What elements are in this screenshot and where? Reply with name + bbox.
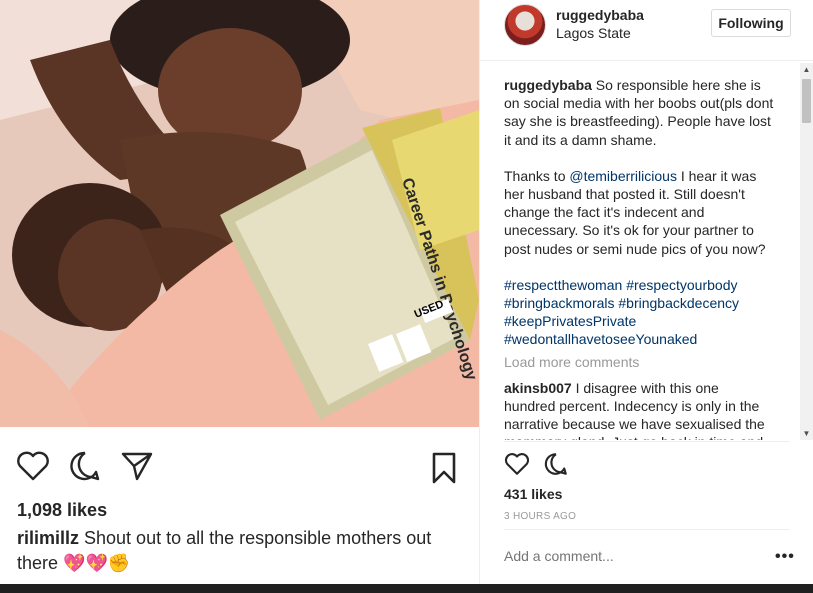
scroll-up-arrow-icon[interactable]: ▲ [800, 63, 813, 76]
username[interactable]: ruggedybaba [556, 7, 644, 23]
avatar[interactable] [504, 4, 546, 46]
comment: akinsb007 I disagree with this one hundr… [504, 379, 774, 440]
timestamp[interactable]: 3 HOURS AGO [504, 511, 576, 522]
hashtag-link[interactable]: #wedontallhavetoseeYounaked [504, 331, 697, 347]
comment-icon[interactable] [69, 450, 101, 487]
like-count[interactable]: 431 likes [504, 486, 562, 502]
post-header: ruggedybaba Lagos State Following [480, 0, 813, 61]
hashtag-link[interactable]: #respectthewoman [504, 277, 622, 293]
comments-list: ruggedybaba So responsible here she is o… [504, 76, 774, 440]
left-action-bar [16, 450, 154, 487]
hashtag-link[interactable]: #bringbackdecency [618, 295, 739, 311]
caption: rilimillz Shout out to all the responsib… [17, 526, 462, 576]
more-options-button[interactable]: ••• [775, 548, 795, 566]
add-comment-input[interactable] [504, 548, 754, 564]
divider [504, 529, 790, 530]
like-count[interactable]: 1,098 likes [17, 500, 107, 521]
comment: ruggedybaba So responsible here she is o… [504, 76, 774, 149]
comment-paragraph: Thanks to @temiberrilicious I hear it wa… [504, 167, 774, 258]
caption-emoji: 💖💖✊ [63, 553, 131, 573]
hashtag-link[interactable]: #bringbackmorals [504, 295, 615, 311]
following-button[interactable]: Following [711, 9, 791, 37]
window-bottom-edge [0, 584, 813, 593]
share-icon[interactable] [120, 450, 154, 487]
scroll-down-arrow-icon[interactable]: ▼ [800, 427, 813, 440]
hashtag-link[interactable]: #keepPrivatesPrivate [504, 313, 636, 329]
post-sidebar: ruggedybaba Lagos State Following rugged… [479, 0, 813, 584]
divider [504, 441, 790, 442]
comment-text: Thanks to [504, 167, 570, 184]
hashtag-link[interactable]: #respectyourbody [626, 277, 737, 293]
heart-icon[interactable] [504, 452, 530, 481]
mention-link[interactable]: @temiberrilicious [569, 168, 677, 184]
heart-icon[interactable] [16, 450, 50, 487]
location[interactable]: Lagos State [556, 25, 631, 41]
post-photo[interactable]: Career Paths in Psychology USED [0, 0, 479, 427]
comments-scrollbar[interactable]: ▲ ▼ [800, 63, 813, 440]
caption-username[interactable]: rilimillz [17, 528, 79, 548]
comment-username[interactable]: akinsb007 [504, 380, 572, 396]
bookmark-icon[interactable] [431, 452, 457, 489]
hashtag-list: #respectthewoman #respectyourbody #bring… [504, 276, 774, 349]
load-more-comments-button[interactable]: Load more comments [504, 353, 774, 371]
scrollbar-thumb[interactable] [802, 79, 811, 123]
comment-username[interactable]: ruggedybaba [504, 77, 592, 93]
comment-icon[interactable] [544, 452, 568, 481]
right-action-bar [504, 452, 568, 481]
